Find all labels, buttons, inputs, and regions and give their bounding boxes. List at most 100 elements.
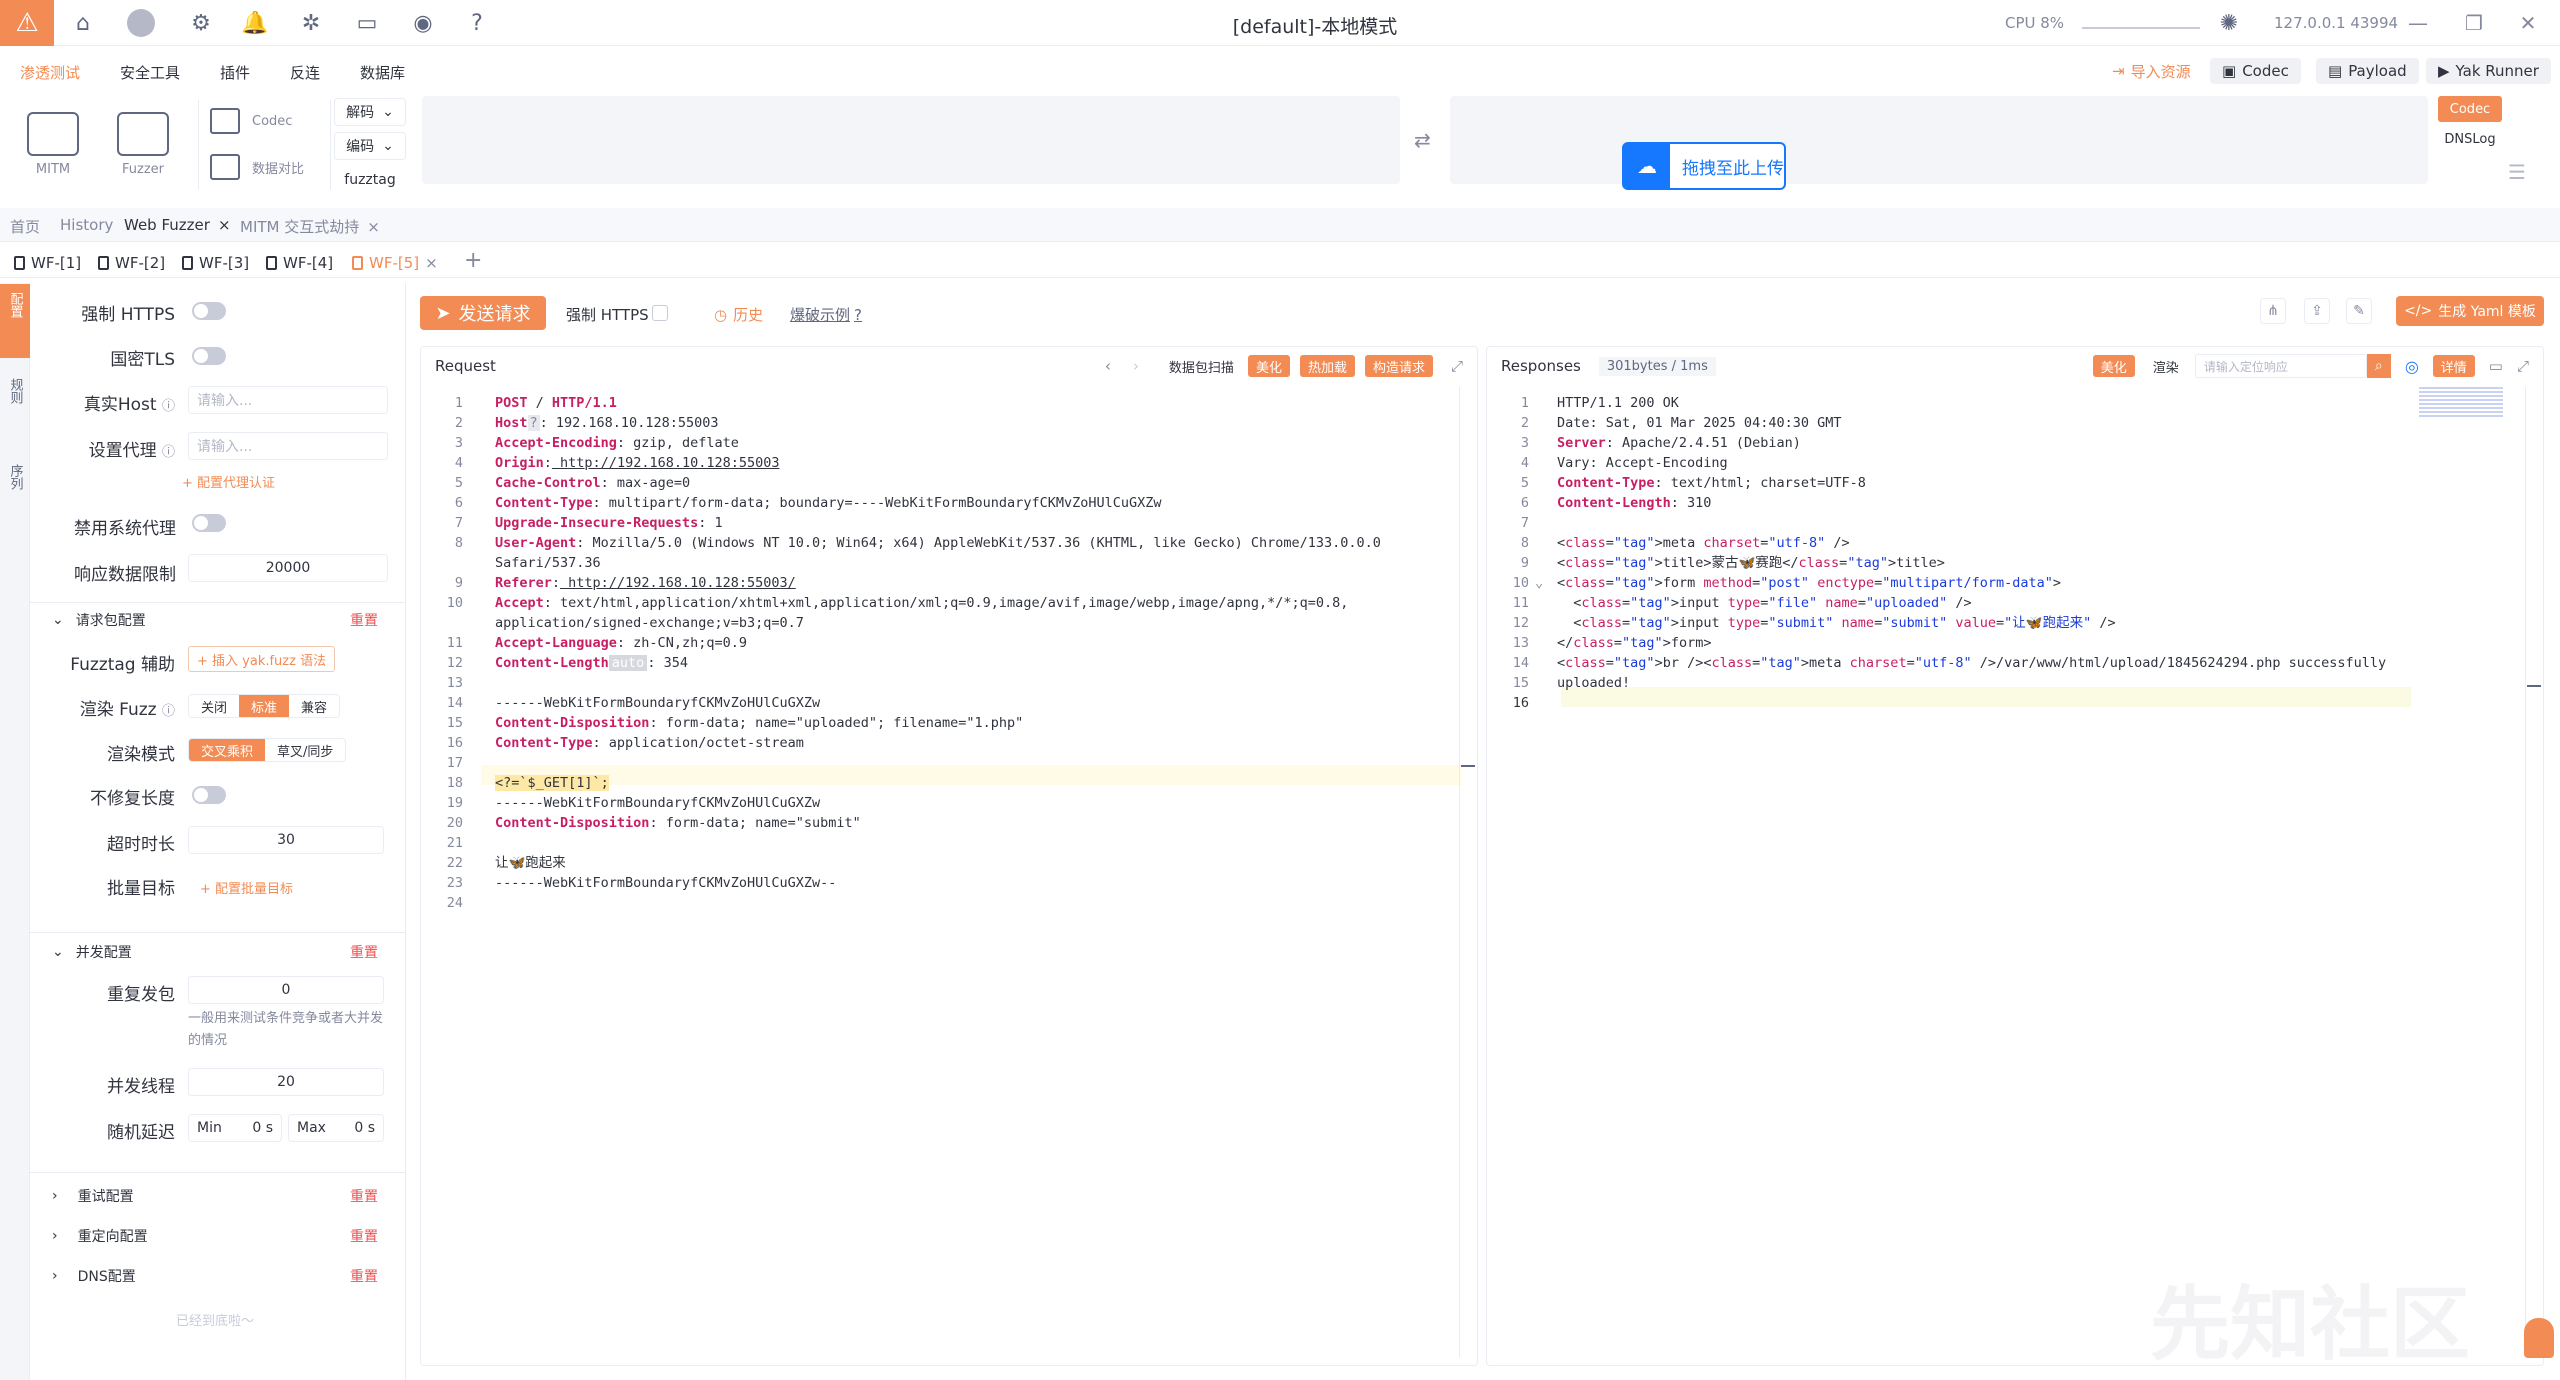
encode-dropdown[interactable]: 编码 ⌄ xyxy=(334,132,406,160)
tab-wf-1[interactable]: WF-[1] xyxy=(14,252,81,274)
search-icon[interactable]: ⌕ xyxy=(2366,354,2391,378)
mode-pitchfork[interactable]: 草叉/同步 xyxy=(265,739,345,761)
edit-icon[interactable]: ✎ xyxy=(2346,298,2372,324)
yak-runner-button[interactable]: ▶ Yak Runner xyxy=(2426,58,2551,84)
render-button[interactable]: 渲染 xyxy=(2145,355,2187,377)
tab-wf-3[interactable]: WF-[3] xyxy=(182,252,249,274)
help-icon[interactable]: ? xyxy=(462,8,492,38)
strip-tab-config[interactable]: 配置 xyxy=(0,284,30,358)
packet-scan-button[interactable]: 数据包扫描 xyxy=(1161,355,1242,377)
threads-input[interactable]: 20 xyxy=(188,1068,384,1096)
proxy-auth-link[interactable]: + 配置代理认证 xyxy=(182,472,275,491)
render-off[interactable]: 关闭 xyxy=(189,695,239,717)
share-icon[interactable]: ⋔ xyxy=(2260,298,2286,324)
comment-icon[interactable]: ▭ xyxy=(2489,357,2503,375)
close-icon[interactable]: × xyxy=(218,216,231,234)
chrome-icon[interactable]: ◎ xyxy=(2405,357,2419,376)
dns-section[interactable]: › DNS配置 xyxy=(52,1266,136,1286)
reset-concurrency[interactable]: 重置 xyxy=(350,942,378,962)
menu-plugins[interactable]: 插件 xyxy=(220,62,250,83)
request-code[interactable]: 1 POST / HTTP/1.1 2 Host?: 192.168.10.128:5… xyxy=(421,387,1461,1347)
concurrency-section[interactable]: ⌄ 并发配置 xyxy=(52,942,132,962)
close-icon[interactable]: × xyxy=(425,254,438,272)
side-tag-dnslog[interactable]: DNSLog xyxy=(2438,126,2502,152)
bell-icon[interactable]: 🔔 xyxy=(240,8,270,38)
batch-target-link[interactable]: + 配置批量目标 xyxy=(200,878,293,897)
response-code[interactable]: 1 HTTP/1.1 200 OK 2 Date: Sat, 01 Mar 2025 … xyxy=(1487,387,2527,1347)
restore-icon[interactable]: ❐ xyxy=(2458,8,2490,38)
redirect-section[interactable]: › 重定向配置 xyxy=(52,1226,148,1246)
gm-tls-toggle[interactable] xyxy=(192,347,226,365)
mode-cross[interactable]: 交叉乘积 xyxy=(189,739,266,761)
construct-request-button[interactable]: 构造请求 xyxy=(1364,355,1433,377)
delay-max-input[interactable]: Max 0 s xyxy=(288,1114,384,1142)
force-https-checkbox[interactable] xyxy=(652,305,668,321)
mascot-icon[interactable] xyxy=(2524,1318,2554,1358)
terminal-icon[interactable]: ▭ xyxy=(352,8,382,38)
tab-home[interactable]: 首页 xyxy=(10,216,40,237)
render-compat[interactable]: 兼容 xyxy=(289,695,339,717)
close-icon[interactable]: × xyxy=(367,218,380,236)
history-button[interactable]: ◷ 历史 xyxy=(714,304,763,325)
tab-mitm[interactable]: MITM 交互式劫持 × xyxy=(240,216,380,237)
fullscreen-icon[interactable]: ⤢ xyxy=(1451,357,1463,375)
camera-icon[interactable]: ◉ xyxy=(408,8,438,38)
decode-dropdown[interactable]: 解码 ⌄ xyxy=(334,98,406,126)
scroll-thumb[interactable] xyxy=(1461,765,1475,767)
generate-yaml-button[interactable]: </> 生成 Yaml 模板 xyxy=(2396,296,2544,326)
strip-tab-rules[interactable]: 规则 xyxy=(0,370,30,444)
scroll-thumb[interactable] xyxy=(2527,685,2541,687)
beautify-button[interactable]: 美化 xyxy=(2092,355,2135,377)
export-icon[interactable]: ⇪ xyxy=(2304,298,2330,324)
scrollbar[interactable] xyxy=(1459,387,1460,1357)
proxy-input[interactable]: 请输入... xyxy=(188,432,388,460)
render-standard[interactable]: 标准 xyxy=(239,695,290,717)
resp-limit-input[interactable]: 20000 xyxy=(188,554,388,582)
yakit-logo-icon[interactable]: ⚠ xyxy=(0,0,54,46)
timeout-input[interactable]: 30 xyxy=(188,826,384,854)
disable-sys-proxy-toggle[interactable] xyxy=(192,514,226,532)
hotload-button[interactable]: 热加载 xyxy=(1299,355,1355,377)
fuzzer-tool[interactable]: Fuzzer xyxy=(108,112,178,177)
beautify-button[interactable]: 美化 xyxy=(1247,355,1290,377)
force-https-toggle[interactable] xyxy=(192,302,226,320)
delay-min-input[interactable]: Min 0 s xyxy=(188,1114,282,1142)
add-tab-icon[interactable]: + xyxy=(464,248,482,273)
brute-example-link[interactable]: 爆破示例? xyxy=(790,304,862,325)
repeat-input[interactable]: 0 xyxy=(188,976,384,1004)
codec-input-area[interactable] xyxy=(422,96,1400,184)
reset-request-config[interactable]: 重置 xyxy=(350,610,378,630)
strip-tab-sequence[interactable]: 序列 xyxy=(0,456,30,530)
fuzztag-button[interactable]: fuzztag xyxy=(334,166,406,194)
yak-engine-icon[interactable]: ✺ xyxy=(2214,8,2244,38)
prev-icon[interactable]: ‹ xyxy=(1105,357,1111,375)
tab-history[interactable]: History xyxy=(60,216,113,234)
fold-chevron-icon[interactable]: ⌄ xyxy=(1535,573,1543,593)
collapse-icon[interactable]: ☰ xyxy=(2508,160,2526,184)
reset-dns[interactable]: 重置 xyxy=(350,1266,378,1286)
home-icon[interactable]: ⌂ xyxy=(68,8,98,38)
no-fix-length-toggle[interactable] xyxy=(192,786,226,804)
codec-button[interactable]: ▣ Codec xyxy=(2210,58,2301,84)
minimize-icon[interactable]: — xyxy=(2402,8,2434,38)
gear-icon[interactable]: ⚙ xyxy=(186,8,216,38)
tab-wf-4[interactable]: WF-[4] xyxy=(266,252,333,274)
minimap[interactable] xyxy=(2419,387,2503,417)
reset-redirect[interactable]: 重置 xyxy=(350,1226,378,1246)
codec-output-area[interactable] xyxy=(1450,96,2428,184)
menu-database[interactable]: 数据库 xyxy=(360,62,405,83)
side-tag-codec[interactable]: Codec xyxy=(2438,96,2502,122)
scrollbar[interactable] xyxy=(2525,387,2526,1357)
menu-pentest[interactable]: 渗透测试 xyxy=(20,62,80,83)
upload-button[interactable]: ☁ 拖拽至此上传 xyxy=(1622,142,1786,190)
next-icon[interactable]: › xyxy=(1133,357,1139,375)
payload-button[interactable]: ▤ Payload xyxy=(2316,58,2419,84)
tab-web-fuzzer[interactable]: Web Fuzzer × xyxy=(124,216,231,234)
menu-security-tools[interactable]: 安全工具 xyxy=(120,62,180,83)
compare-tool[interactable]: 数据对比 xyxy=(210,154,304,180)
codec-tool[interactable]: Codec xyxy=(210,108,292,134)
close-icon[interactable]: ✕ xyxy=(2512,8,2544,38)
import-resource-button[interactable]: ⇥ 导入资源 xyxy=(2100,58,2203,84)
send-request-button[interactable]: ➤ 发送请求 xyxy=(420,296,546,330)
swap-icon[interactable]: ⇄ xyxy=(1414,128,1431,152)
